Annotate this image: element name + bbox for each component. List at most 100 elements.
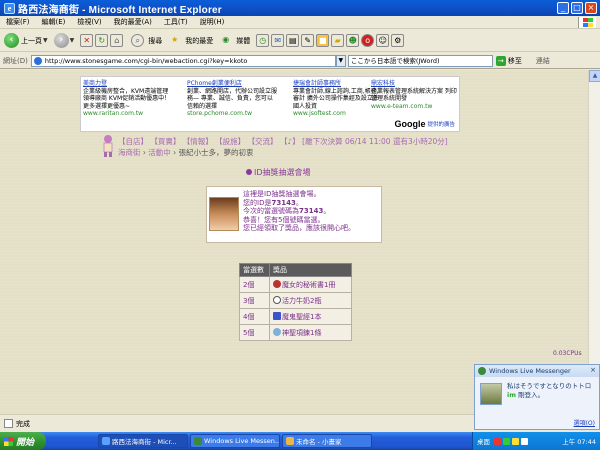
print-icon[interactable]: ▤: [286, 34, 300, 47]
breadcrumb-event[interactable]: 活動中: [148, 148, 171, 157]
maximize-button[interactable]: □: [571, 2, 583, 14]
menu-file[interactable]: 檔案(F): [6, 17, 30, 27]
google-ads: 美商力登 企業級機房整合，KVM遠端管理 領導廠商 KVM促銷活動優惠中！更多選…: [80, 76, 460, 132]
links-label[interactable]: 連結: [536, 56, 550, 66]
breadcrumb-separator: ›: [142, 148, 146, 157]
nav-own-shop[interactable]: 【自店】: [118, 137, 148, 146]
task-label: 路西法海商街 - Micr...: [112, 438, 177, 446]
match-count: 2個: [239, 276, 270, 293]
task-ie[interactable]: 路西法海商街 - Micr...: [98, 434, 188, 448]
page-icon: [33, 56, 42, 65]
bullet-icon: [246, 169, 252, 175]
ad-item[interactable]: 美商力登 企業級機房整合，KVM遠端管理 領導廠商 KVM促銷活動優惠中！更多選…: [83, 80, 173, 117]
chevron-down-icon: ▼: [69, 37, 75, 44]
tray-app-icon[interactable]: [521, 437, 528, 445]
task-messenger[interactable]: Windows Live Messen...: [190, 434, 280, 448]
nav-info[interactable]: 【情報】: [183, 137, 213, 146]
main-nav: 【自店】 【買賣】 【情報】 【設施】 【交流】 【♪】 [離下次決算 06/1…: [118, 136, 448, 147]
stop-icon[interactable]: ✕: [80, 34, 94, 47]
refresh-icon[interactable]: ↻: [95, 34, 109, 47]
ad-body: 專業會計師,線上諮詢,工商,帳務,審計 擴外公司操作集經及設立外國人投資: [293, 88, 379, 110]
menu-help[interactable]: 說明(H): [200, 17, 225, 27]
ad-title[interactable]: 美商力登: [83, 80, 173, 87]
info-text: 您的ID是: [243, 198, 272, 207]
minimize-button[interactable]: _: [557, 2, 569, 14]
nav-facility[interactable]: 【設施】: [215, 137, 245, 146]
media-button[interactable]: ◉ 媒體: [219, 34, 250, 47]
go-label: 移至: [507, 56, 522, 65]
ad-item[interactable]: 捷瑞會計師事務所 專業會計師,線上諮詢,工商,帳務,審計 擴外公司操作集經及設立…: [293, 80, 383, 117]
system-tray: 桌面 上午 07:44: [472, 432, 600, 450]
jword-search-input[interactable]: ここから日本語で検索(JWord): [347, 54, 493, 67]
extra-tools: ◷ ✉ ▤ ✎ ■ ▰ ☻ o ☺ ⚙: [256, 34, 406, 47]
mail-icon[interactable]: ✉: [271, 34, 285, 47]
ad-body: 企業級機房整合，KVM遠端管理 領導廠商 KVM促銷活動優惠中！更多選擇更優惠~: [83, 88, 171, 110]
address-dropdown-icon[interactable]: ▼: [335, 54, 346, 67]
tray-app-icon[interactable]: [512, 437, 519, 445]
menu-edit[interactable]: 編輯(E): [42, 17, 66, 27]
settlement-countdown: [離下次決算 06/14 11:00 還有3小時20分]: [302, 137, 448, 146]
table-row: 2個 魔女的秘術書1冊: [239, 276, 352, 293]
messenger-options-link[interactable]: 選項(O): [574, 418, 595, 427]
close-button[interactable]: ×: [585, 2, 597, 14]
favorites-button[interactable]: ★ 我的最愛: [168, 34, 213, 47]
address-label: 網址(D): [3, 56, 28, 65]
ad-title[interactable]: PChome創業便利店: [187, 80, 277, 87]
ad-item[interactable]: 鼎宏科技 企業報表管理系統解決方案 列印管理系統開發 www.e-team.co…: [371, 80, 459, 110]
breadcrumb: 海商街 › 活動中 › 張紀小士多，夢的初衷: [118, 147, 254, 158]
go-button[interactable]: → 移至: [495, 55, 522, 66]
history-icon[interactable]: ◷: [256, 34, 270, 47]
tray-app-icon[interactable]: [503, 437, 510, 445]
vertical-scrollbar[interactable]: ▲ ▼: [588, 70, 600, 414]
close-icon[interactable]: ×: [590, 366, 596, 374]
bible-icon: [273, 311, 281, 320]
nav-trade[interactable]: 【買賣】: [150, 137, 180, 146]
ie-icon: e: [4, 2, 15, 14]
menu-view[interactable]: 檢視(V): [77, 17, 101, 27]
start-button[interactable]: 開始: [0, 432, 46, 450]
stop-sign-icon[interactable]: o: [361, 34, 375, 47]
back-button[interactable]: ‹ 上一頁 ▼: [4, 33, 48, 48]
prize-table: 當選數 獎品 2個 魔女的秘術書1冊 3個 活力牛奶2瓶 4個 魔鬼聖經1本 5…: [239, 263, 352, 341]
prize-name: 神聖項鍊1條: [282, 328, 322, 337]
tool-icon[interactable]: ⚙: [391, 34, 405, 47]
table-row: 3個 活力牛奶2瓶: [239, 292, 352, 309]
menu-favorites[interactable]: 我的最愛(A): [114, 17, 152, 27]
ad-body: 創業、網路開店，代辦公司設立服務— 專業、誠信、負責，您可以信賴的選擇: [187, 88, 278, 110]
character-avatar: [209, 197, 239, 231]
windows-logo-icon: [4, 436, 13, 446]
google-ads-text: 提供的廣告: [427, 122, 455, 128]
magnifier-icon: ⌕: [131, 34, 145, 47]
nav-music[interactable]: 【♪】: [280, 137, 300, 146]
search-button[interactable]: ⌕ 搜尋: [131, 34, 162, 47]
menu-bar: 檔案(F) 編輯(E) 檢視(V) 我的最愛(A) 工具(T) 說明(H): [0, 16, 600, 29]
milk-icon: [273, 295, 281, 304]
edit-icon[interactable]: ✎: [301, 34, 315, 47]
messenger-message[interactable]: 私はそうですとなりのトトロim 剛登入。: [507, 382, 597, 399]
scroll-up-icon[interactable]: ▲: [589, 70, 600, 82]
media-icon: ◉: [222, 35, 230, 44]
ad-title[interactable]: 捷瑞會計師事務所: [293, 80, 383, 87]
messenger-notification[interactable]: Windows Live Messenger × 私はそうですとなりのトトロim…: [474, 364, 600, 430]
task-paint[interactable]: 未命名 - 小畫家: [282, 434, 372, 448]
ad-item[interactable]: PChome創業便利店 創業、網路開店，代辦公司設立服務— 專業、誠信、負責，您…: [187, 80, 277, 117]
messenger-icon[interactable]: ☻: [346, 34, 360, 47]
ad-body: 企業報表管理系統解決方案 列印管理系統開發: [371, 88, 457, 103]
breadcrumb-street[interactable]: 海商街: [118, 148, 141, 157]
tray-app-icon[interactable]: [494, 437, 501, 445]
cpu-usage: 0.03CPUs: [553, 350, 582, 357]
address-input[interactable]: http://www.stonesgame.com/cgi-bin/webact…: [30, 54, 336, 67]
nav-social[interactable]: 【交流】: [248, 137, 278, 146]
google-attribution[interactable]: Google 提供的廣告: [394, 119, 455, 129]
ad-title[interactable]: 鼎宏科技: [371, 80, 459, 87]
folder-icon[interactable]: ▰: [331, 34, 345, 47]
discuss-icon[interactable]: ■: [316, 34, 330, 47]
forward-button[interactable]: › ▼: [53, 33, 75, 48]
ad-url: www.raritan.com.tw: [83, 109, 144, 117]
clock[interactable]: 上午 07:44: [562, 436, 596, 446]
chat-icon[interactable]: ☺: [376, 34, 390, 47]
menu-tools[interactable]: 工具(T): [164, 17, 188, 27]
desktop-toolbar-label[interactable]: 桌面: [477, 436, 490, 446]
home-icon[interactable]: ⌂: [110, 34, 124, 47]
toolbar: ‹ 上一頁 ▼ › ▼ ✕ ↻ ⌂ ⌕ 搜尋 ★ 我的最愛 ◉ 媒體 ◷ ✉ ▤…: [0, 30, 600, 52]
